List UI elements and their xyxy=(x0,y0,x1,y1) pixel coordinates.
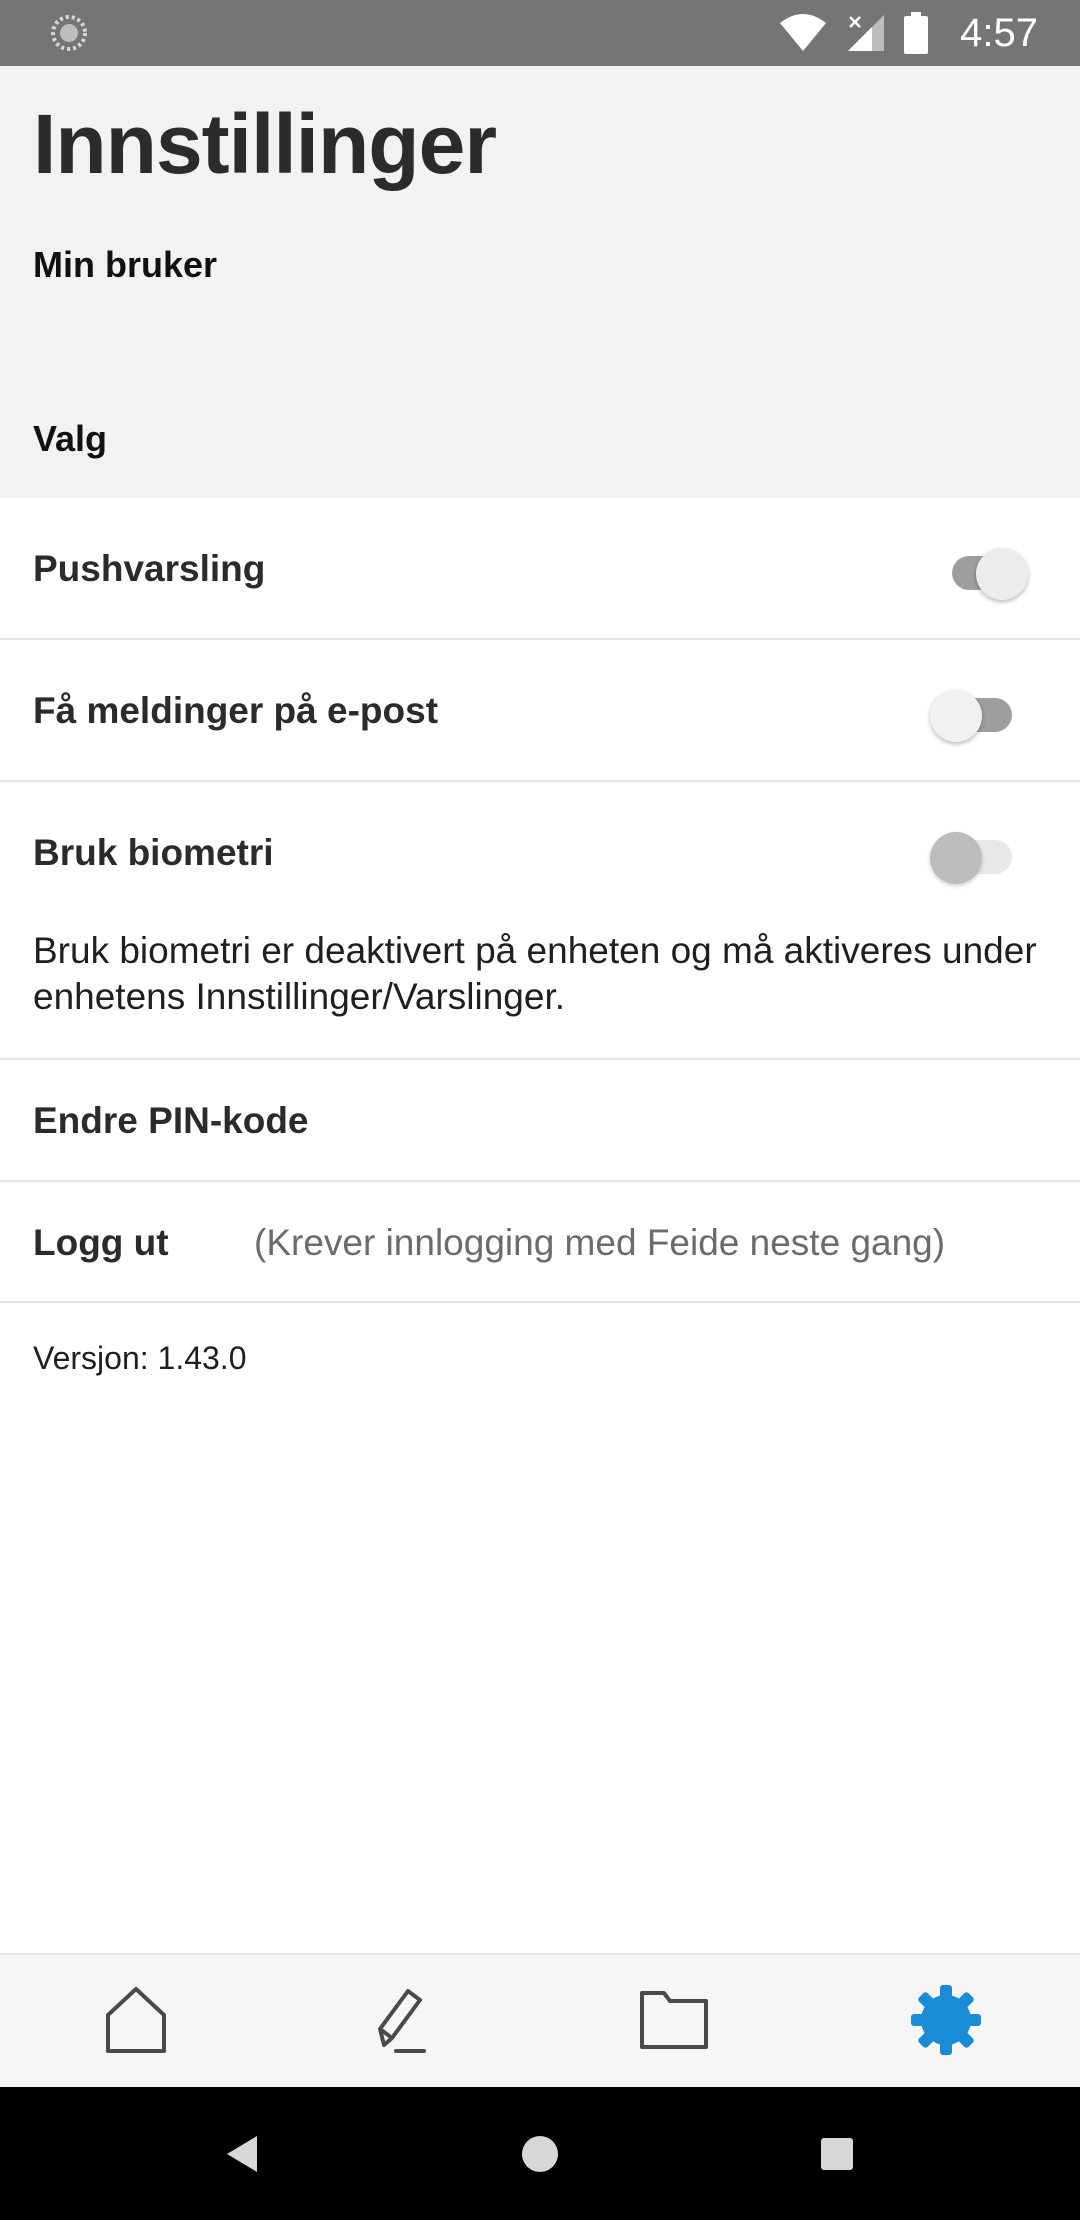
signal-icon xyxy=(848,15,885,51)
biometrics-toggle-thumb xyxy=(930,832,982,884)
nav-settings[interactable] xyxy=(896,1975,996,2065)
home-button[interactable] xyxy=(513,2127,567,2181)
setting-row-logout[interactable]: Logg ut (Krever innlogging med Feide nes… xyxy=(0,1182,1080,1303)
recents-square-icon xyxy=(821,2138,853,2170)
email-toggle-thumb xyxy=(930,690,982,742)
back-triangle-icon xyxy=(227,2136,257,2172)
settings-header: Innstillinger Min bruker Valg xyxy=(0,66,1080,498)
nav-files[interactable] xyxy=(624,1975,724,2065)
status-bar: 4:57 xyxy=(0,0,1080,66)
version-text: Versjon: 1.43.0 xyxy=(33,1340,247,1376)
back-button[interactable] xyxy=(214,2127,268,2181)
home-icon xyxy=(106,1987,166,2053)
battery-icon xyxy=(904,12,929,54)
biometrics-label: Bruk biometri xyxy=(33,832,274,873)
nav-home[interactable] xyxy=(86,1975,186,2065)
settings-gear-icon xyxy=(911,1985,981,2055)
clock: 4:57 xyxy=(960,10,1038,55)
email-toggle[interactable] xyxy=(926,680,1016,742)
biometrics-toggle[interactable] xyxy=(926,822,1016,884)
pencil-icon xyxy=(378,1989,426,2053)
wifi-icon xyxy=(780,14,827,51)
logout-note: (Krever innlogging med Feide neste gang) xyxy=(254,1222,946,1263)
bottom-nav xyxy=(0,1953,1080,2087)
section-min-bruker[interactable]: Min bruker xyxy=(33,244,217,286)
logout-label[interactable]: Logg ut xyxy=(33,1222,169,1264)
system-nav-bar xyxy=(0,2087,1080,2220)
setting-row-push: Pushvarsling xyxy=(0,498,1080,640)
email-label: Få meldinger på e-post xyxy=(33,690,439,731)
change-pin-label[interactable]: Endre PIN-kode xyxy=(33,1100,309,1142)
push-toggle-thumb xyxy=(976,548,1028,600)
folder-icon xyxy=(640,1991,708,2049)
push-toggle[interactable] xyxy=(948,538,1032,600)
home-circle-icon xyxy=(522,2136,558,2172)
section-valg: Valg xyxy=(33,418,108,459)
push-label: Pushvarsling xyxy=(33,548,266,589)
page-title: Innstillinger xyxy=(33,97,497,191)
loading-icon xyxy=(51,15,87,51)
biometrics-info-text: Bruk biometri er deaktivert på enheten o… xyxy=(33,930,1037,1017)
setting-row-email: Få meldinger på e-post xyxy=(0,640,1080,782)
nav-write[interactable] xyxy=(352,1975,452,2065)
setting-row-change-pin[interactable]: Endre PIN-kode xyxy=(0,1060,1080,1182)
recents-button[interactable] xyxy=(810,2127,864,2181)
status-icons: 4:57 xyxy=(778,0,1038,66)
